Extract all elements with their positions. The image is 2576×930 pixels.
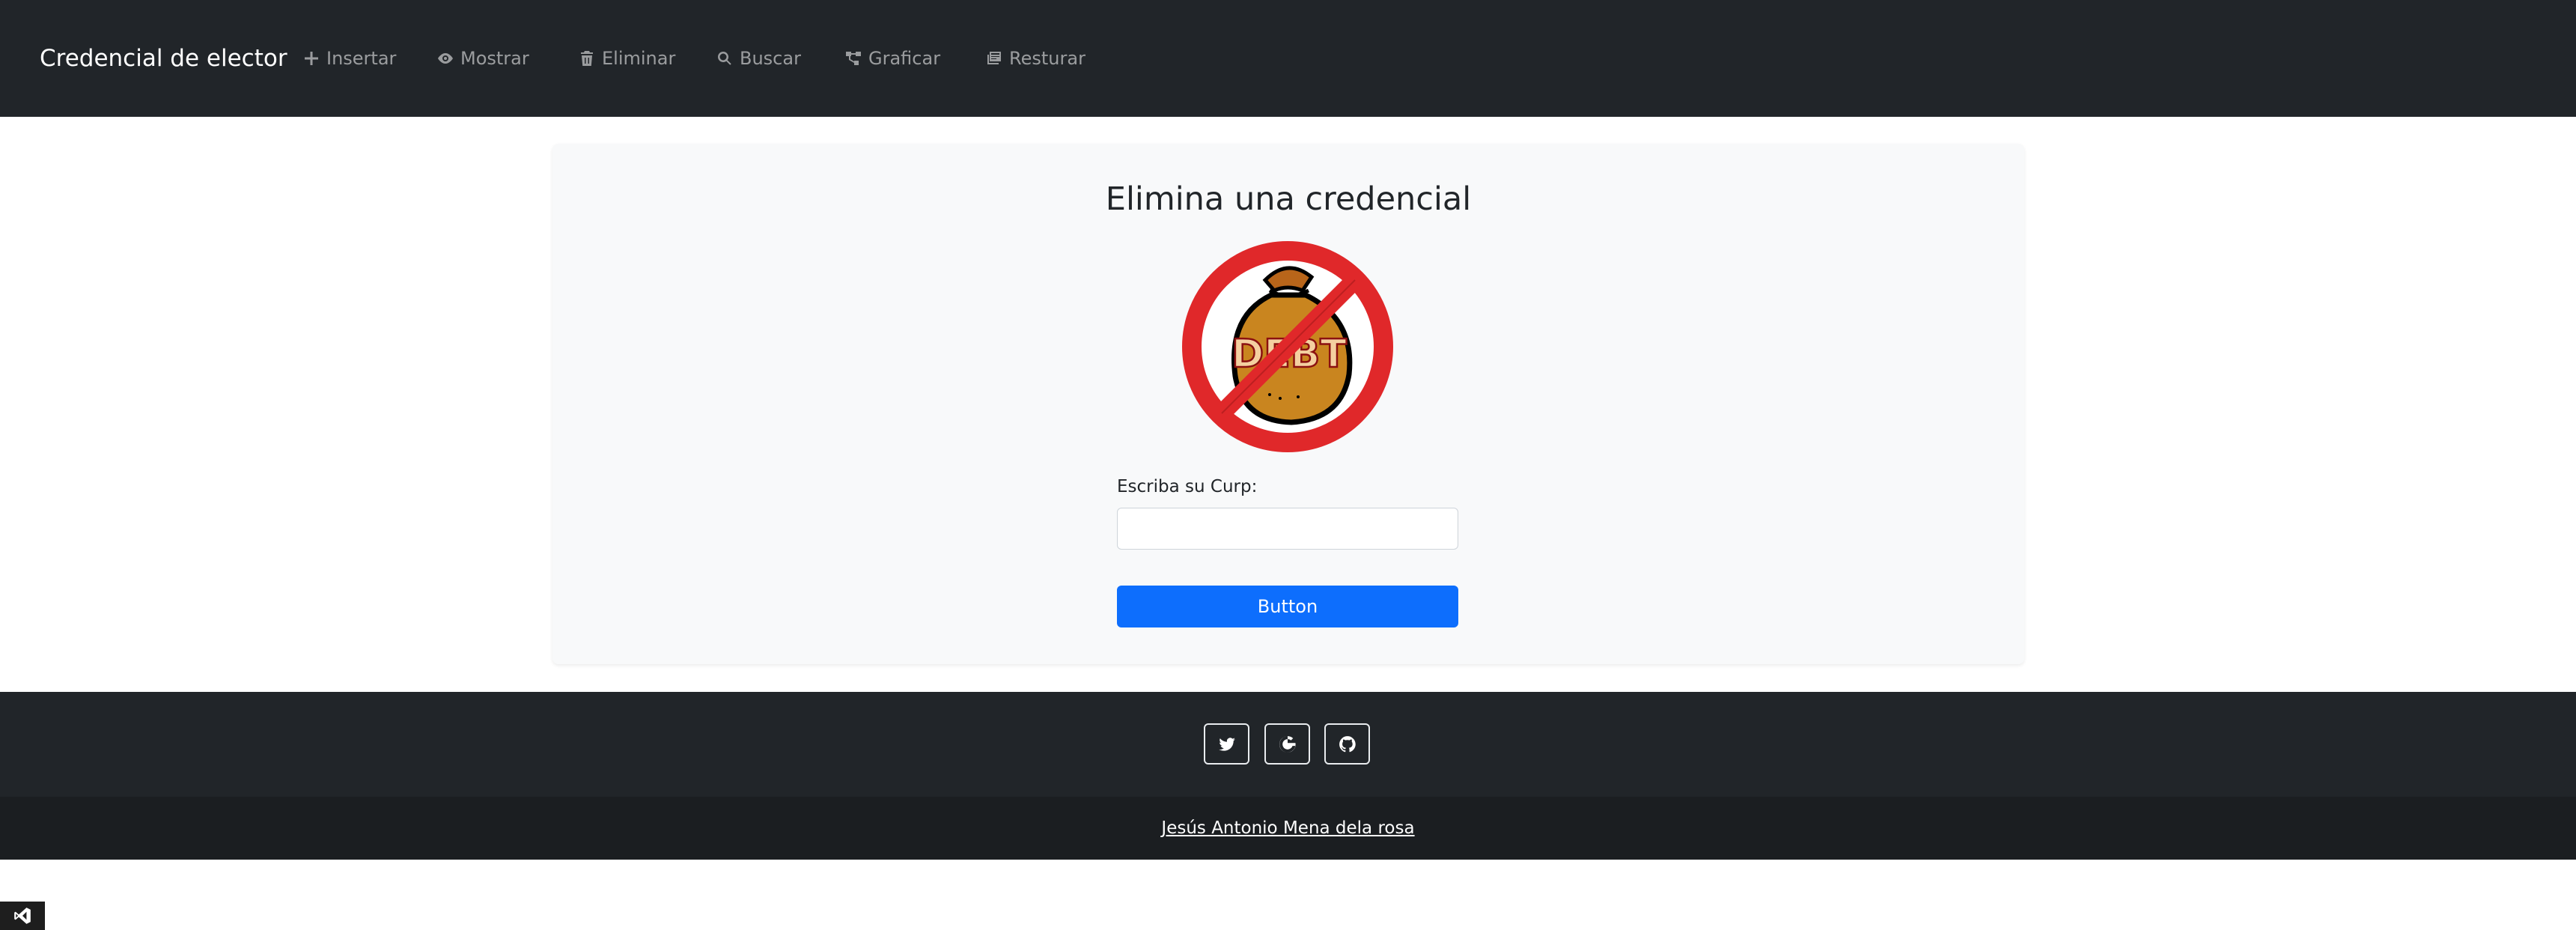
trash-icon bbox=[581, 51, 593, 66]
no-debt-image: DEBT bbox=[1182, 241, 1393, 452]
author-link[interactable]: Jesús Antonio Mena dela rosa bbox=[0, 816, 2576, 840]
restore-icon bbox=[987, 52, 1001, 64]
nav-mostrar-label: Mostrar bbox=[460, 48, 529, 69]
twitter-button[interactable] bbox=[1204, 723, 1249, 765]
vs-code-badge[interactable] bbox=[0, 902, 45, 930]
nav-graficar-label: Graficar bbox=[868, 48, 941, 69]
nav-resturar[interactable]: Resturar bbox=[985, 45, 1085, 72]
navbar: Credencial de elector Insertar Mostrar E… bbox=[0, 0, 2576, 117]
github-icon bbox=[1339, 735, 1356, 752]
curp-input[interactable] bbox=[1117, 508, 1458, 550]
nav-mostrar[interactable]: Mostrar bbox=[436, 45, 529, 72]
nav-insertar-label: Insertar bbox=[326, 48, 397, 69]
github-button[interactable] bbox=[1324, 723, 1370, 765]
twitter-icon bbox=[1218, 737, 1235, 751]
google-button[interactable] bbox=[1264, 723, 1310, 765]
nav-buscar[interactable]: Buscar bbox=[716, 45, 801, 72]
nav-eliminar-label: Eliminar bbox=[602, 48, 676, 69]
submit-button[interactable]: Button bbox=[1117, 586, 1458, 627]
nav-eliminar[interactable]: Eliminar bbox=[578, 45, 675, 72]
brand-title[interactable]: Credencial de elector bbox=[40, 41, 287, 76]
page-title: Elimina una credencial bbox=[1105, 180, 1472, 218]
nav-graficar[interactable]: Graficar bbox=[844, 45, 940, 72]
search-icon bbox=[718, 52, 731, 65]
nav-buscar-label: Buscar bbox=[740, 48, 801, 69]
curp-label: Escriba su Curp: bbox=[1117, 477, 1258, 496]
nav-resturar-label: Resturar bbox=[1009, 48, 1085, 69]
plus-icon bbox=[305, 52, 318, 65]
eye-icon bbox=[438, 53, 453, 64]
google-icon bbox=[1279, 735, 1296, 753]
diagram-icon bbox=[846, 52, 861, 65]
nav-insertar[interactable]: Insertar bbox=[302, 45, 396, 72]
visual-studio-icon bbox=[14, 908, 31, 924]
